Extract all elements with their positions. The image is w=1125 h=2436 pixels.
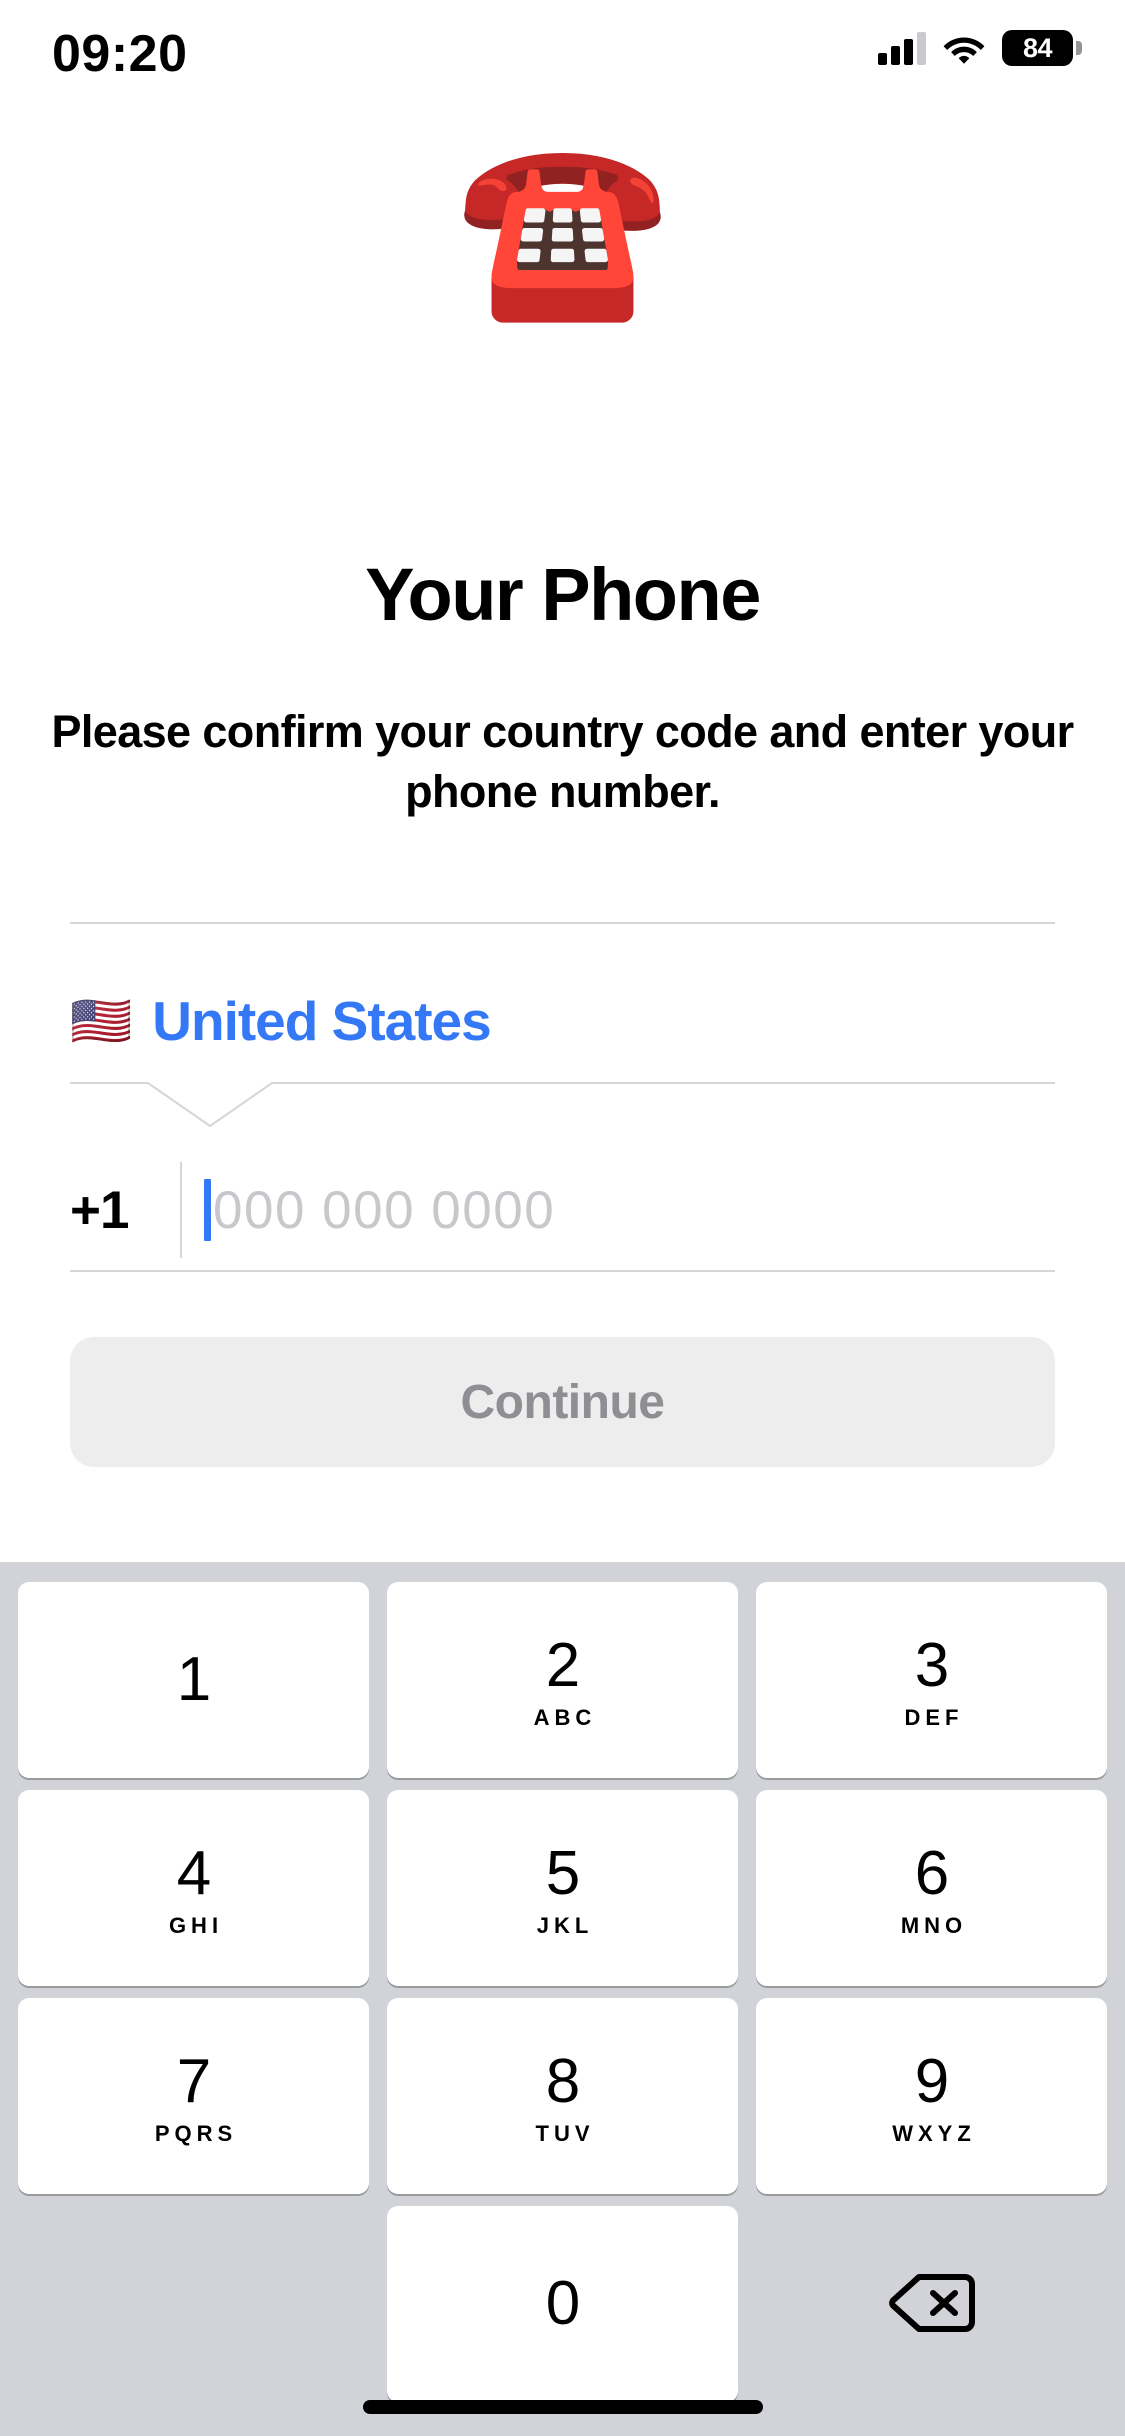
key-digit: 1 bbox=[176, 1645, 211, 1714]
flag-icon: 🇺🇸 bbox=[70, 993, 133, 1049]
key-3[interactable]: 3 DEF bbox=[756, 1582, 1107, 1778]
divider-with-notch bbox=[70, 1082, 1055, 1144]
key-7[interactable]: 7 PQRS bbox=[18, 1998, 369, 2194]
phone-number-input[interactable]: 000 000 0000 bbox=[213, 1180, 555, 1241]
keypad-cell: 3 DEF bbox=[747, 1576, 1116, 1784]
key-0[interactable]: 0 bbox=[387, 2206, 738, 2402]
key-digit: 5 bbox=[545, 1839, 580, 1908]
key-2[interactable]: 2 ABC bbox=[387, 1582, 738, 1778]
wifi-icon bbox=[943, 32, 985, 64]
key-letters: TUV bbox=[535, 2121, 595, 2146]
key-6[interactable]: 6 MNO bbox=[756, 1790, 1107, 1986]
text-cursor bbox=[204, 1179, 211, 1241]
phone-entry-screen: 09:20 84 ☎️ Your Phone Please confirm yo… bbox=[0, 0, 1125, 2436]
key-digit: 0 bbox=[545, 2269, 580, 2338]
keypad-cell: 8 TUV bbox=[378, 1992, 747, 2200]
keypad-cell: 7 PQRS bbox=[9, 1992, 378, 2200]
key-9[interactable]: 9 WXYZ bbox=[756, 1998, 1107, 2194]
keypad-cell: 0 bbox=[378, 2200, 747, 2408]
key-letters: WXYZ bbox=[892, 2121, 976, 2146]
key-letters: MNO bbox=[900, 1913, 968, 1938]
keypad-row: 0 bbox=[9, 2200, 1116, 2408]
key-digit: 6 bbox=[914, 1839, 949, 1908]
backspace-icon bbox=[888, 2272, 975, 2337]
keypad-row: 1 2 ABC 3 DEF bbox=[9, 1576, 1116, 1784]
key-letters: DEF bbox=[904, 1705, 964, 1730]
country-name-label: United States bbox=[152, 990, 491, 1052]
keypad-cell bbox=[747, 2200, 1116, 2408]
status-bar: 09:20 84 bbox=[0, 0, 1125, 130]
telephone-emoji: ☎️ bbox=[455, 132, 670, 324]
key-digit: 4 bbox=[176, 1839, 211, 1908]
divider-bottom bbox=[70, 1270, 1055, 1272]
page-title: Your Phone bbox=[365, 553, 761, 636]
keypad-cell: 2 ABC bbox=[378, 1576, 747, 1784]
keypad-cell: 9 WXYZ bbox=[747, 1992, 1116, 2200]
cellular-signal-icon bbox=[878, 31, 926, 65]
key-letters: JKL bbox=[536, 1913, 594, 1938]
key-4[interactable]: 4 GHI bbox=[18, 1790, 369, 1986]
key-letters: PQRS bbox=[154, 2121, 238, 2146]
hero-illustration: ☎️ bbox=[0, 142, 1125, 314]
home-indicator bbox=[362, 2400, 763, 2414]
key-digit: 2 bbox=[545, 1631, 580, 1700]
keypad-cell-empty bbox=[9, 2200, 378, 2408]
key-5[interactable]: 5 JKL bbox=[387, 1790, 738, 1986]
key-letters: ABC bbox=[533, 1705, 597, 1730]
key-letters: GHI bbox=[168, 1913, 224, 1938]
key-digit: 7 bbox=[176, 2047, 211, 2116]
keypad-row: 4 GHI 5 JKL 6 MNO bbox=[9, 1784, 1116, 1992]
page-subtitle: Please confirm your country code and ent… bbox=[51, 706, 1074, 817]
key-8[interactable]: 8 TUV bbox=[387, 1998, 738, 2194]
country-code-label: +1 bbox=[70, 1180, 129, 1240]
status-bar-time: 09:20 bbox=[52, 25, 188, 83]
key-1[interactable]: 1 bbox=[18, 1582, 369, 1778]
battery-icon: 84 bbox=[1002, 30, 1082, 66]
numeric-keypad: 1 2 ABC 3 DEF 4 GHI 5 JKL 6 MNO 7 PQRS 8… bbox=[0, 1562, 1125, 2436]
keypad-cell: 1 bbox=[9, 1576, 378, 1784]
keypad-cell: 4 GHI bbox=[9, 1784, 378, 1992]
phone-number-row[interactable]: +1 000 000 0000 bbox=[70, 1150, 1055, 1270]
key-digit: 9 bbox=[914, 2047, 949, 2116]
divider-top bbox=[70, 922, 1055, 924]
keypad-cell: 6 MNO bbox=[747, 1784, 1116, 1992]
key-digit: 3 bbox=[914, 1631, 949, 1700]
backspace-button[interactable] bbox=[756, 2206, 1107, 2402]
battery-percent: 84 bbox=[1022, 32, 1053, 63]
key-digit: 8 bbox=[545, 2047, 580, 2116]
continue-button[interactable]: Continue bbox=[70, 1337, 1055, 1467]
field-separator bbox=[180, 1162, 182, 1258]
keypad-cell: 5 JKL bbox=[378, 1784, 747, 1992]
country-selector[interactable]: 🇺🇸 United States bbox=[70, 960, 1055, 1082]
status-bar-indicators: 84 bbox=[878, 30, 1082, 66]
keypad-row: 7 PQRS 8 TUV 9 WXYZ bbox=[9, 1992, 1116, 2200]
